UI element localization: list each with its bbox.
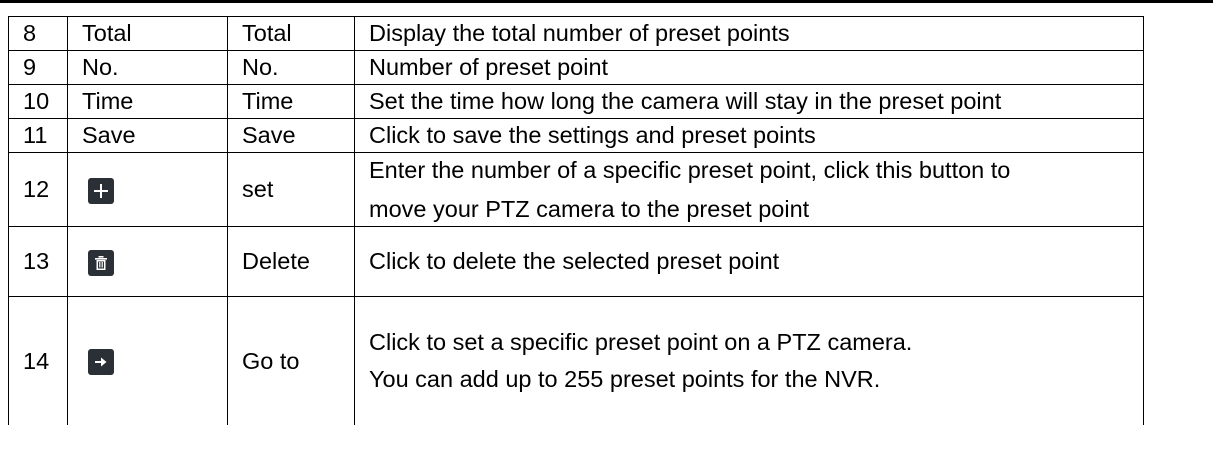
row-number: 13 (8, 226, 68, 297)
row-description: Display the total number of preset point… (354, 16, 1144, 51)
description-line: Number of preset point (369, 54, 609, 81)
top-rule (0, 0, 1213, 3)
row-description: Set the time how long the camera will st… (354, 84, 1144, 119)
description-line: Click to delete the selected preset poin… (369, 248, 780, 275)
row-number: 14 (8, 296, 68, 425)
row-name: Time (67, 84, 228, 119)
row-label: set (227, 152, 355, 227)
row-label: No. (227, 50, 355, 85)
row-description: Click to set a specific preset point on … (354, 296, 1144, 425)
table-row: 9 No. No. Number of preset point (8, 50, 1144, 85)
table-row: 11 Save Save Click to save the settings … (8, 118, 1144, 153)
table-row: 8 Total Total Display the total number o… (8, 16, 1144, 51)
row-name: Save (67, 118, 228, 153)
description-line: You can add up to 255 preset points for … (369, 366, 881, 393)
row-description: Click to delete the selected preset poin… (354, 226, 1144, 297)
description-line: Enter the number of a specific preset po… (369, 157, 1011, 184)
preset-table: 8 Total Total Display the total number o… (8, 16, 1144, 425)
description-line: move your PTZ camera to the preset point (369, 195, 810, 222)
plus-icon (88, 177, 114, 204)
row-label: Total (227, 16, 355, 51)
row-label: Save (227, 118, 355, 153)
row-description: Enter the number of a specific preset po… (354, 152, 1144, 227)
table-row: 12 set Enter the number of a specific pr… (8, 152, 1144, 227)
row-icon-cell (67, 226, 228, 297)
row-icon-cell (67, 296, 228, 425)
row-number: 8 (8, 16, 68, 51)
row-number: 10 (8, 84, 68, 119)
row-label: Go to (227, 296, 355, 425)
row-number: 9 (8, 50, 68, 85)
row-label: Delete (227, 226, 355, 297)
row-description: Number of preset point (354, 50, 1144, 85)
trash-icon (88, 249, 114, 276)
row-description: Click to save the settings and preset po… (354, 118, 1144, 153)
row-icon-cell (67, 152, 228, 227)
table-row: 10 Time Time Set the time how long the c… (8, 84, 1144, 119)
description-line: Set the time how long the camera will st… (369, 88, 1002, 115)
description-line: Display the total number of preset point… (369, 20, 790, 47)
description-line: Click to save the settings and preset po… (369, 122, 816, 149)
row-name: No. (67, 50, 228, 85)
description-line: Click to set a specific preset point on … (369, 329, 913, 356)
row-label: Time (227, 84, 355, 119)
row-number: 11 (8, 118, 68, 153)
table-row: 13 Delete Click to delete the selected p… (8, 226, 1144, 297)
arrow-right-icon (88, 349, 114, 376)
table-row: 14 Go to Click to set a specific preset … (8, 296, 1144, 425)
row-name: Total (67, 16, 228, 51)
row-number: 12 (8, 152, 68, 227)
